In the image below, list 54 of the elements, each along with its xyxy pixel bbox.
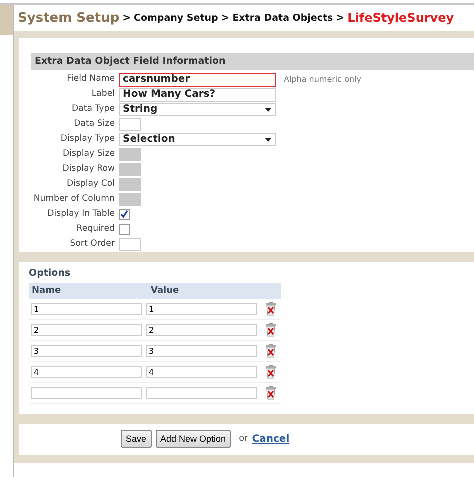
field-label: Display In Table	[46, 208, 115, 221]
form-button[interactable]: Add New Option	[156, 430, 232, 448]
checkbox[interactable]	[119, 209, 130, 220]
breadcrumb-separator: >	[221, 12, 230, 24]
cancel-link[interactable]: Cancel	[252, 434, 290, 445]
text-field[interactable]: carsnumber	[119, 72, 276, 86]
field-label: Number of Column	[32, 193, 115, 206]
option-name-field[interactable]: 4	[31, 366, 142, 378]
option-value-field[interactable]: 1	[146, 303, 257, 315]
option-name-field[interactable]: 3	[31, 345, 142, 357]
breadcrumb-item[interactable]: Company Setup	[134, 12, 218, 24]
delete-icon[interactable]	[265, 386, 277, 400]
dropdown[interactable]: String	[119, 103, 276, 116]
delete-icon[interactable]	[265, 365, 277, 379]
form-button[interactable]: Save	[121, 430, 152, 448]
checkbox[interactable]	[119, 224, 130, 235]
delete-icon[interactable]	[265, 323, 277, 337]
text-field[interactable]: How Many Cars?	[119, 88, 276, 102]
caret-icon	[265, 138, 272, 142]
or-text: or	[239, 434, 248, 444]
column-header: Value	[150, 286, 180, 296]
field-label: Sort Order	[69, 238, 115, 251]
field-label: Label	[90, 88, 115, 101]
caret-icon	[265, 108, 272, 112]
breadcrumb-separator: >	[122, 12, 132, 24]
sidebar-background	[0, 5, 13, 35]
field-label: Display Row	[62, 163, 115, 176]
option-name-field[interactable]: 2	[31, 324, 142, 336]
field-label: Display Size	[62, 148, 115, 161]
option-value-field[interactable]	[146, 387, 257, 399]
option-name-field[interactable]	[31, 387, 142, 399]
field-label: Required	[76, 223, 115, 236]
breadcrumb-item: LifeStyleSurvey	[348, 11, 454, 25]
field-hint: Alpha numeric only	[284, 75, 362, 84]
breadcrumb-item[interactable]: Extra Data Objects	[232, 12, 334, 24]
delete-icon[interactable]	[265, 302, 277, 316]
dropdown[interactable]: Selection	[119, 133, 276, 146]
option-name-field[interactable]: 1	[31, 303, 142, 315]
column-header: Name	[31, 286, 62, 296]
breadcrumb-item: System Setup	[18, 10, 120, 26]
section-header: Extra Data Object Field Information	[31, 53, 474, 70]
option-value-field[interactable]: 2	[146, 324, 257, 336]
delete-icon[interactable]	[265, 344, 277, 358]
option-value-field[interactable]: 3	[146, 345, 257, 357]
field-label: Display Col	[66, 178, 115, 191]
field-label: Display Type	[60, 133, 115, 146]
small-field[interactable]	[119, 238, 141, 251]
field-label: Field Name	[66, 73, 115, 86]
small-field[interactable]	[119, 118, 141, 131]
option-value-field[interactable]: 4	[146, 366, 257, 378]
breadcrumb-separator: >	[336, 12, 345, 24]
section-title: Options	[29, 268, 72, 279]
field-label: Data Type	[71, 103, 115, 116]
field-label: Data Size	[73, 118, 115, 131]
